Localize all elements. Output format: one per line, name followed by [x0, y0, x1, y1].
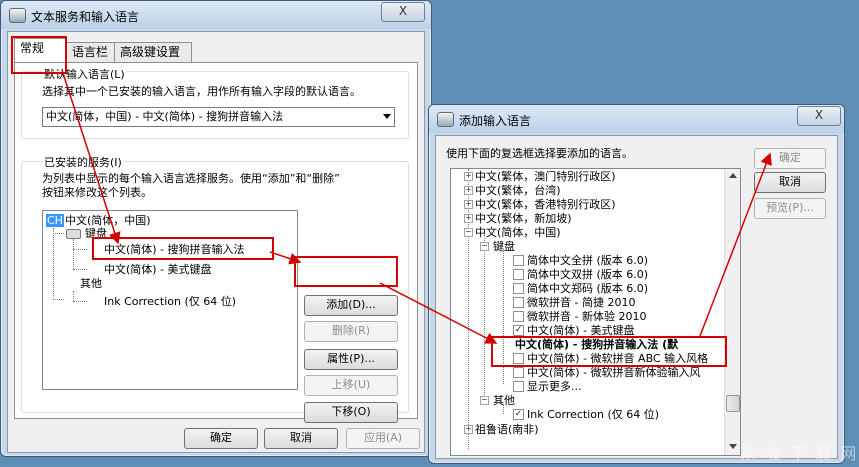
annotation-arrows	[61, 69, 772, 344]
arrow-item-to-add	[269, 251, 302, 265]
watermark: 东 坡 下 载 网	[740, 444, 859, 463]
arrow-tab-to-item	[61, 69, 121, 245]
arrow-add-to-abc	[379, 282, 498, 344]
arrow-abc-to-ok	[699, 152, 772, 337]
